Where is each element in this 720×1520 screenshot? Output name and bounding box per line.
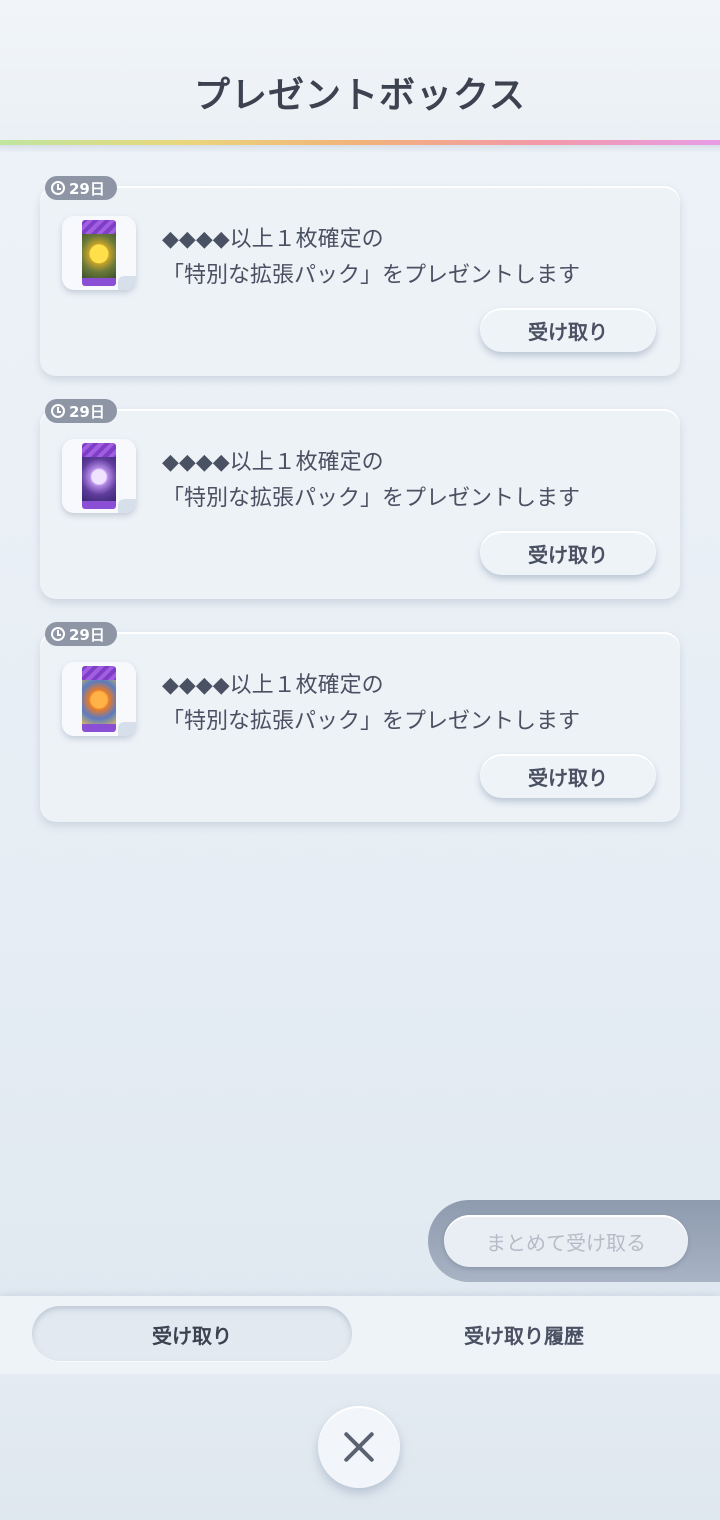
- pikachu-pack-icon: [82, 220, 116, 286]
- thumbnail-corner: [118, 499, 136, 513]
- tab-receive-history[interactable]: 受け取り履歴: [364, 1306, 684, 1362]
- clock-icon: [51, 404, 65, 418]
- gift-line-1: ◆◆◆◆以上１枚確定の: [162, 450, 384, 475]
- tab-receive[interactable]: 受け取り: [32, 1306, 352, 1362]
- page-title: プレゼントボックス: [194, 75, 526, 116]
- clock-icon: [51, 627, 65, 641]
- gift-card: 29日 ◆◆◆◆以上１枚確定の 「特別な拡張パック」をプレゼントします 受け取り: [40, 399, 680, 599]
- gift-line-2: 「特別な拡張パック」をプレゼントします: [162, 709, 581, 734]
- charizard-pack-icon: [82, 666, 116, 732]
- close-button[interactable]: [318, 1406, 400, 1488]
- gift-card: 29日 ◆◆◆◆以上１枚確定の 「特別な拡張パック」をプレゼントします 受け取り: [40, 622, 680, 822]
- tab-bar: 受け取り 受け取り履歴: [0, 1296, 720, 1374]
- close-icon: [341, 1429, 377, 1465]
- pack-thumbnail: [62, 662, 136, 736]
- thumbnail-corner: [118, 276, 136, 290]
- thumbnail-corner: [118, 722, 136, 736]
- gift-line-1: ◆◆◆◆以上１枚確定の: [162, 673, 384, 698]
- receive-all-button[interactable]: まとめて受け取る: [444, 1215, 688, 1267]
- divider-shadow: [0, 145, 720, 153]
- expiry-days: 29日: [69, 179, 105, 198]
- gift-description: ◆◆◆◆以上１枚確定の 「特別な拡張パック」をプレゼントします: [162, 445, 662, 517]
- expiry-days: 29日: [69, 625, 105, 644]
- receive-button[interactable]: 受け取り: [480, 754, 656, 798]
- mewtwo-pack-icon: [82, 443, 116, 509]
- pack-thumbnail: [62, 439, 136, 513]
- receive-button[interactable]: 受け取り: [480, 531, 656, 575]
- gift-description: ◆◆◆◆以上１枚確定の 「特別な拡張パック」をプレゼントします: [162, 222, 662, 294]
- expiry-badge: 29日: [45, 399, 117, 423]
- expiry-badge: 29日: [45, 176, 117, 200]
- gift-line-2: 「特別な拡張パック」をプレゼントします: [162, 263, 581, 288]
- clock-icon: [51, 181, 65, 195]
- gift-description: ◆◆◆◆以上１枚確定の 「特別な拡張パック」をプレゼントします: [162, 668, 662, 740]
- bulk-receive-panel: まとめて受け取る: [428, 1200, 720, 1282]
- gift-line-2: 「特別な拡張パック」をプレゼントします: [162, 486, 581, 511]
- receive-button[interactable]: 受け取り: [480, 308, 656, 352]
- expiry-badge: 29日: [45, 622, 117, 646]
- expiry-days: 29日: [69, 402, 105, 421]
- header: プレゼントボックス: [0, 0, 720, 142]
- gift-line-1: ◆◆◆◆以上１枚確定の: [162, 227, 384, 252]
- pack-thumbnail: [62, 216, 136, 290]
- gift-card: 29日 ◆◆◆◆以上１枚確定の 「特別な拡張パック」をプレゼントします 受け取り: [40, 176, 680, 376]
